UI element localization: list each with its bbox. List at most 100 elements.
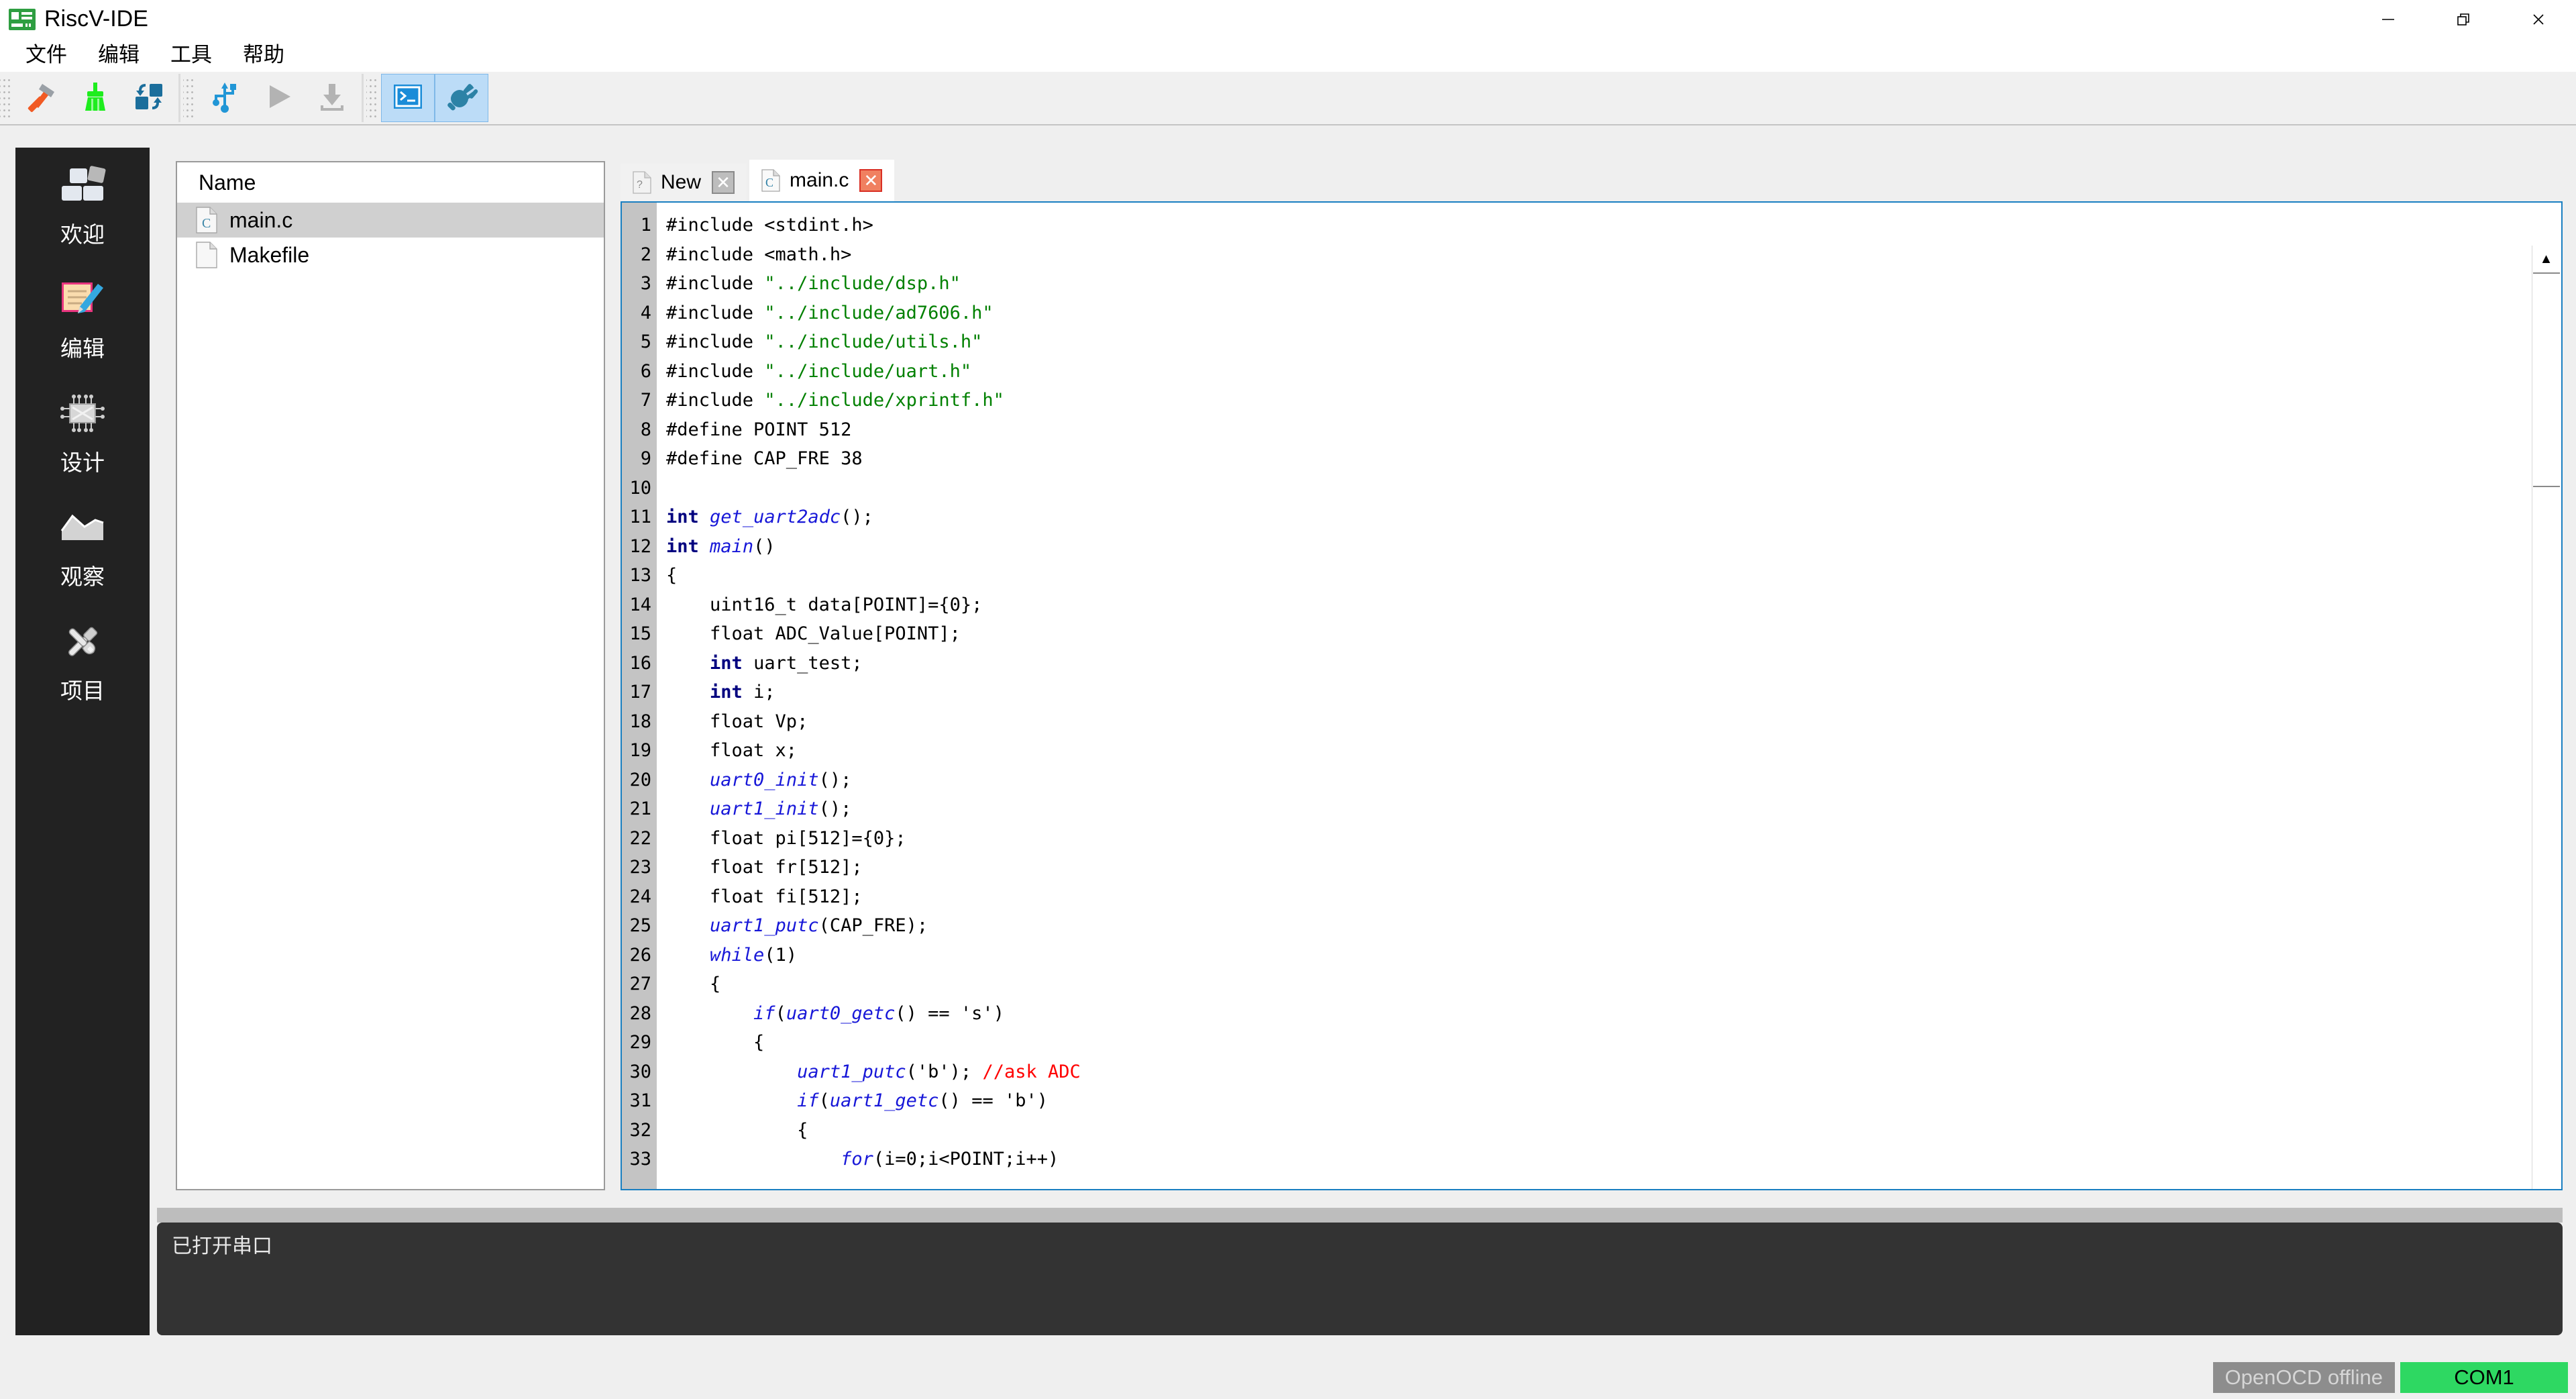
- code-line: float Vp;: [666, 707, 2561, 737]
- rail-item-welcome[interactable]: 欢迎: [15, 148, 150, 262]
- code-editor[interactable]: 1234567891011121314151617181920212223242…: [621, 201, 2563, 1190]
- line-number: 28: [622, 999, 651, 1029]
- line-number: 1: [622, 211, 651, 240]
- rail-label-edit: 编辑: [60, 331, 105, 363]
- editor-vertical-scrollbar[interactable]: ▲ ▼: [2532, 246, 2560, 1190]
- rail-item-edit[interactable]: 编辑: [15, 262, 150, 376]
- download-button[interactable]: [305, 74, 359, 122]
- menu-bar: 文件 编辑 工具 帮助: [0, 38, 2576, 72]
- scroll-up-arrow-icon[interactable]: ▲: [2532, 246, 2561, 272]
- line-number: 33: [622, 1145, 651, 1174]
- editor-tabstrip: ? New ✕ C main.c ✕: [621, 160, 2563, 201]
- code-line: int uart_test;: [666, 649, 2561, 678]
- code-line: #include "../include/xprintf.h": [666, 386, 2561, 415]
- terminal-button[interactable]: [381, 74, 435, 122]
- line-number: 32: [622, 1116, 651, 1145]
- line-number: 16: [622, 649, 651, 678]
- code-line: uint16_t data[POINT]={0};: [666, 590, 2561, 620]
- rail-item-project[interactable]: 项目: [15, 604, 150, 718]
- toolbar-drag-handle[interactable]: [0, 77, 11, 119]
- tab-close-button[interactable]: ✕: [712, 171, 735, 194]
- line-number-gutter: 1234567891011121314151617181920212223242…: [622, 203, 657, 1189]
- menu-help[interactable]: 帮助: [232, 42, 295, 68]
- menu-edit[interactable]: 编辑: [87, 42, 150, 68]
- run-button[interactable]: [252, 74, 305, 122]
- code-line: while(1): [666, 941, 2561, 970]
- build-button[interactable]: [15, 74, 68, 122]
- broom-clean-icon: [77, 79, 113, 118]
- code-line: for(i=0;i<POINT;i++): [666, 1145, 2561, 1174]
- close-button[interactable]: [2501, 0, 2576, 38]
- status-badge-com-port[interactable]: COM1: [2400, 1362, 2568, 1393]
- welcome-cards-icon: [56, 160, 109, 210]
- tab-new[interactable]: ? New ✕: [621, 164, 747, 201]
- plain-file-icon: [196, 242, 217, 268]
- code-line: #include <math.h>: [666, 240, 2561, 270]
- clean-button[interactable]: [68, 74, 122, 122]
- connect-serial-button[interactable]: [435, 74, 488, 122]
- minimize-button[interactable]: [2351, 0, 2426, 38]
- code-line: int i;: [666, 678, 2561, 707]
- code-content[interactable]: #include <stdint.h>#include <math.h> #inc…: [657, 203, 2561, 1189]
- tab-close-button[interactable]: ✕: [859, 169, 882, 192]
- tree-row-label: main.c: [229, 208, 292, 233]
- code-line: float fr[512];: [666, 853, 2561, 882]
- rail-label-observe: 观察: [60, 559, 105, 591]
- rail-label-design: 设计: [60, 445, 105, 477]
- scrollbar-thumb[interactable]: [2533, 272, 2560, 487]
- line-number: 15: [622, 619, 651, 649]
- console-resize-handle[interactable]: [157, 1208, 2563, 1223]
- code-line: float fi[512];: [666, 882, 2561, 912]
- line-number: 11: [622, 503, 651, 532]
- line-number: 13: [622, 561, 651, 590]
- status-badge-openocd[interactable]: OpenOCD offline: [2213, 1362, 2396, 1393]
- menu-file[interactable]: 文件: [15, 42, 78, 68]
- toolbar-drag-handle[interactable]: [183, 77, 194, 119]
- toolbar-drag-handle[interactable]: [366, 77, 377, 119]
- code-line: [666, 474, 2561, 503]
- code-line: {: [666, 970, 2561, 999]
- rail-item-design[interactable]: 设计: [15, 376, 150, 490]
- hammer-build-icon: [23, 79, 60, 118]
- code-line: uart1_putc('b'); //ask ADC: [666, 1057, 2561, 1087]
- chip-design-icon: [58, 388, 107, 438]
- scrollbar-track[interactable]: [2532, 272, 2561, 1190]
- line-number: 22: [622, 824, 651, 853]
- window-title: RiscV-IDE: [44, 6, 148, 32]
- line-number: 12: [622, 532, 651, 562]
- tree-row[interactable]: Makefile: [177, 238, 604, 272]
- line-number: 30: [622, 1057, 651, 1087]
- menu-tools[interactable]: 工具: [160, 42, 223, 68]
- c-file-icon: C: [761, 169, 780, 192]
- line-number: 23: [622, 853, 651, 882]
- rebuild-button[interactable]: [122, 74, 176, 122]
- line-number: 8: [622, 415, 651, 445]
- line-number: 21: [622, 794, 651, 824]
- c-file-icon: C: [196, 207, 217, 234]
- serial-console-output[interactable]: 已打开串口: [157, 1223, 2563, 1335]
- line-number: 20: [622, 766, 651, 795]
- svg-text:C: C: [765, 176, 773, 189]
- usb-button[interactable]: [198, 74, 252, 122]
- line-number: 6: [622, 357, 651, 386]
- code-line: int main(): [666, 532, 2561, 562]
- line-number: 5: [622, 327, 651, 357]
- maximize-restore-icon[interactable]: [2426, 0, 2501, 38]
- run-play-icon: [260, 79, 297, 118]
- toolbar-group-debug: [183, 74, 359, 122]
- console-panel: 已打开串口: [157, 1208, 2563, 1335]
- rail-item-observe[interactable]: 观察: [15, 490, 150, 604]
- tree-row[interactable]: C main.c: [177, 203, 604, 238]
- code-line: #include <stdint.h>: [666, 211, 2561, 240]
- code-line: uart1_putc(CAP_FRE);: [666, 911, 2561, 941]
- line-number: 14: [622, 590, 651, 620]
- waveform-chart-icon: [58, 503, 107, 552]
- code-line: {: [666, 1116, 2561, 1145]
- code-line: float pi[512]={0};: [666, 824, 2561, 853]
- circuit-board-icon: [8, 7, 36, 32]
- toolbar-separator: [362, 74, 364, 122]
- code-line: uart1_init();: [666, 794, 2561, 824]
- line-number: 25: [622, 911, 651, 941]
- editor-area: ? New ✕ C main.c ✕ 123456789101112131415…: [621, 160, 2563, 1190]
- tab-main-c[interactable]: C main.c ✕: [749, 160, 894, 201]
